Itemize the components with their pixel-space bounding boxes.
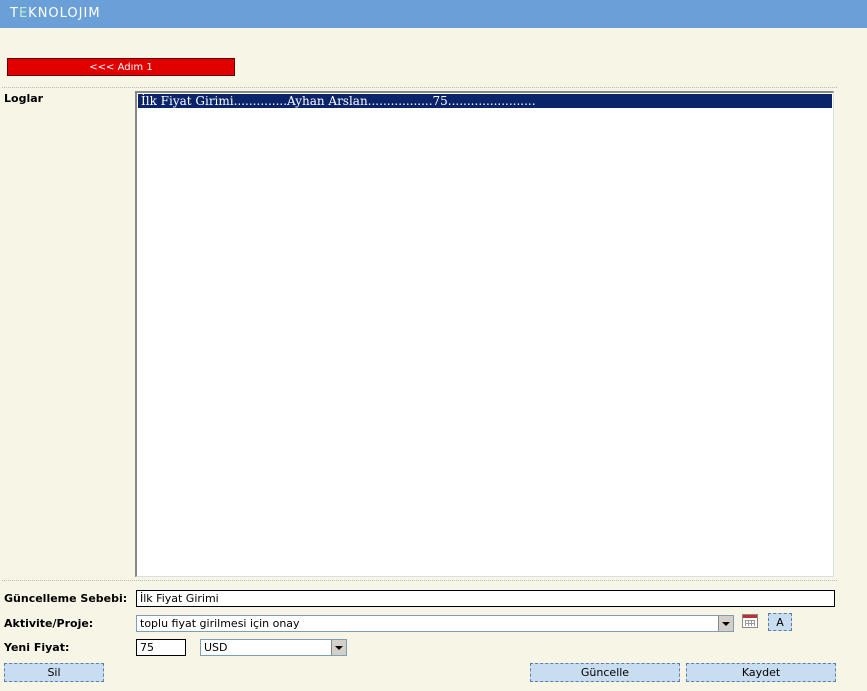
calendar-icon[interactable]: [742, 614, 758, 628]
activity-select[interactable]: toplu fiyat girilmesi için onay: [136, 615, 734, 632]
logs-label: Loglar: [4, 92, 44, 105]
log-entry-selected[interactable]: İlk Fiyat Girimi..............Ayhan Arsl…: [138, 94, 832, 108]
chevron-down-icon[interactable]: [331, 640, 346, 655]
activity-label: Aktivite/Proje:: [4, 617, 94, 630]
back-step-button[interactable]: <<< Adım 1: [7, 58, 235, 76]
divider: [2, 87, 837, 88]
update-button[interactable]: Güncelle: [530, 663, 680, 682]
delete-button[interactable]: Sil: [4, 663, 104, 682]
activity-select-value: toplu fiyat girilmesi için onay: [140, 617, 300, 630]
price-label: Yeni Fiyat:: [4, 641, 70, 654]
divider: [2, 580, 837, 581]
reason-input[interactable]: İlk Fiyat Girimi: [136, 590, 835, 607]
app-header: TEKNOLOJIM: [0, 0, 867, 28]
logs-listbox[interactable]: İlk Fiyat Girimi..............Ayhan Arsl…: [135, 91, 834, 577]
reason-label: Güncelleme Sebebi:: [4, 592, 128, 605]
app-logo: TEKNOLOJIM: [10, 6, 101, 21]
activity-a-button[interactable]: A: [768, 613, 792, 631]
save-button[interactable]: Kaydet: [686, 663, 836, 682]
currency-select[interactable]: USD: [200, 639, 347, 656]
currency-select-value: USD: [204, 641, 228, 654]
chevron-down-icon[interactable]: [718, 616, 733, 631]
price-input[interactable]: 75: [136, 639, 186, 656]
